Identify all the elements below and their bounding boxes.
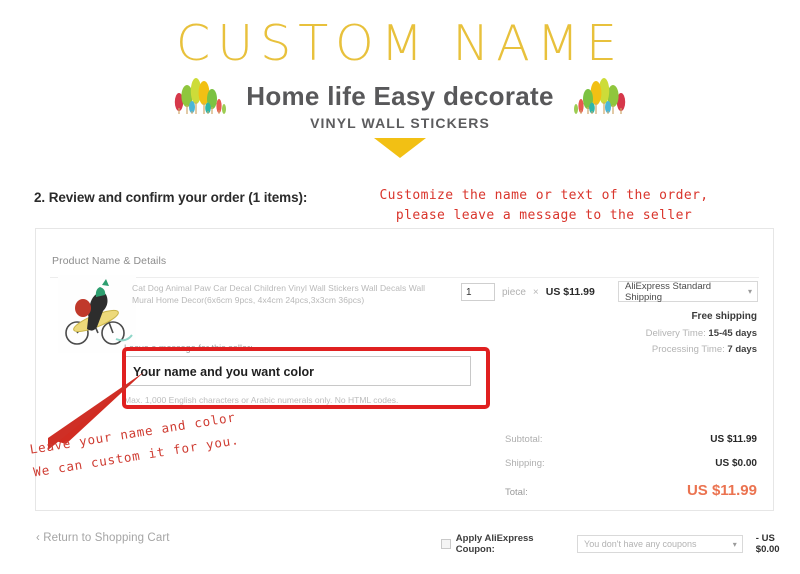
- delivery-time-row: Delivery Time: 15-45 days: [646, 328, 757, 339]
- cyclist-wall-sticker-image: [58, 275, 136, 353]
- shipping-cost-label: Shipping:: [505, 458, 545, 469]
- subtotal-value: US $11.99: [710, 434, 757, 445]
- delivery-time-label: Delivery Time:: [645, 328, 706, 339]
- page-title: 2. Review and confirm your order (1 item…: [34, 190, 308, 205]
- product-thumbnail[interactable]: [58, 275, 136, 353]
- chevron-down-icon: ▾: [747, 287, 752, 296]
- shipping-method-select[interactable]: AliExpress Standard Shipping ▾: [618, 280, 758, 303]
- divider: [50, 277, 759, 278]
- subtotal-label: Subtotal:: [505, 434, 543, 445]
- brand-title: CUSTOM NAME: [176, 15, 624, 72]
- processing-time-value: 7 days: [727, 344, 757, 355]
- checkbox-unchecked-icon[interactable]: [441, 539, 451, 549]
- processing-time-row: Processing Time: 7 days: [652, 344, 757, 355]
- seller-message-label: Leave a message for this seller:: [124, 343, 253, 353]
- unit-price: US $11.99: [545, 286, 595, 298]
- chevron-down-icon: ▾: [732, 539, 737, 549]
- tagline-row: Home life Easy decorate: [0, 74, 800, 118]
- annotation-customize-note: Customize the name or text of the order,…: [379, 188, 709, 223]
- delivery-time-value: 15-45 days: [708, 328, 757, 339]
- coupon-select-value: You don't have any coupons: [584, 539, 697, 549]
- shipping-method-label: AliExpress Standard Shipping: [625, 280, 712, 303]
- subtotal-row: Subtotal: US $11.99: [505, 434, 757, 458]
- seller-message-input[interactable]: [124, 356, 471, 386]
- product-details-column-header: Product Name & Details: [52, 255, 167, 267]
- order-totals: Subtotal: US $11.99 Shipping: US $0.00 T…: [505, 434, 757, 506]
- tagline-text: Home life Easy decorate: [246, 80, 554, 111]
- trees-icon: [175, 78, 227, 114]
- return-to-cart-link[interactable]: ‹ Return to Shopping Cart: [36, 532, 170, 544]
- coupon-select[interactable]: You don't have any coupons ▾: [577, 535, 743, 553]
- multiply-symbol: ×: [532, 286, 539, 298]
- coupon-discount-amount: - US $0.00: [755, 533, 780, 555]
- quantity-unit-label: piece: [502, 286, 526, 298]
- total-value: US $11.99: [686, 482, 757, 499]
- triangle-down-icon: [374, 138, 426, 158]
- shipping-cost-row: Shipping: US $0.00: [505, 458, 757, 482]
- free-shipping-label: Free shipping: [691, 311, 757, 322]
- page-footer: ‹ Return to Shopping Cart Apply AliExpre…: [0, 528, 800, 560]
- quantity-price-group: 1 piece × US $11.99: [461, 283, 595, 301]
- total-label: Total:: [505, 487, 528, 498]
- processing-time-label: Processing Time:: [651, 344, 725, 355]
- quantity-input[interactable]: 1: [461, 283, 495, 301]
- shipping-cost-value: US $0.00: [715, 458, 757, 469]
- coupon-row: Apply AliExpress Coupon: You don't have …: [441, 533, 800, 555]
- product-title[interactable]: Cat Dog Animal Paw Car Decal Children Vi…: [132, 283, 432, 306]
- banner-subtitle: VINYL WALL STICKERS: [310, 115, 490, 131]
- order-heading-row: 2. Review and confirm your order (1 item…: [34, 188, 774, 223]
- trees-icon: [573, 78, 625, 114]
- total-row: Total: US $11.99: [505, 482, 757, 506]
- coupon-label: Apply AliExpress Coupon:: [455, 533, 534, 555]
- order-review-page: CUSTOM NAME Home life Easy decorate VINY…: [0, 0, 800, 574]
- store-banner: CUSTOM NAME Home life Easy decorate VINY…: [0, 0, 800, 172]
